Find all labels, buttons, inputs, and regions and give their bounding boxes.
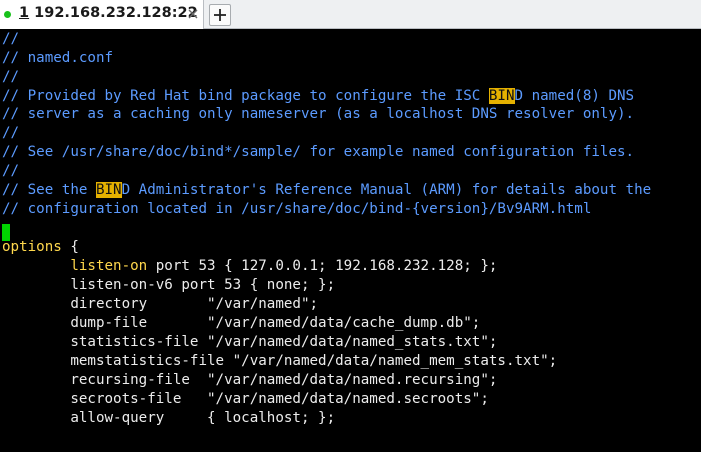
terminal-text: memstatistics-file "/var/named/data/name… xyxy=(2,353,558,369)
terminal-text: statistics-file "/var/named/data/named_s… xyxy=(2,334,498,350)
terminal-text: // xyxy=(2,31,20,47)
new-tab-button[interactable] xyxy=(209,4,231,26)
terminal-text: { xyxy=(61,239,79,255)
terminal-text: dump-file "/var/named/data/cache_dump.db… xyxy=(2,315,481,331)
tab-bar: 1 192.168.232.128:22 xyxy=(0,0,701,29)
terminal-text: // xyxy=(2,125,20,141)
terminal-line: // xyxy=(2,68,19,87)
terminal-line: // xyxy=(2,162,19,181)
terminal-line: allow-query { localhost; }; xyxy=(2,409,335,428)
terminal-line: // Provided by Red Hat bind package to c… xyxy=(2,87,634,106)
terminal-text: // See the xyxy=(2,182,96,198)
terminal-line: // xyxy=(2,30,19,49)
terminal-text: secroots-file "/var/named/data/named.sec… xyxy=(2,391,489,407)
terminal-text: recursing-file "/var/named/data/named.re… xyxy=(2,372,498,388)
terminal-line: listen-on-v6 port 53 { none; }; xyxy=(2,276,335,295)
terminal-line: // See /usr/share/doc/bind*/sample/ for … xyxy=(2,143,634,162)
terminal-line: memstatistics-file "/var/named/data/name… xyxy=(2,352,557,371)
tab-session[interactable]: 1 192.168.232.128:22 xyxy=(0,0,204,29)
terminal-text: // xyxy=(2,163,20,179)
terminal-text: D Administrator's Reference Manual (ARM)… xyxy=(121,182,652,198)
terminal-text: port 53 { 127.0.0.1; 192.168.232.128; }; xyxy=(147,258,498,274)
terminal-text: // xyxy=(2,69,20,85)
tab-number: 1 xyxy=(19,5,30,21)
terminal-output[interactable]: // // named.conf // // Provided by Red Hat … xyxy=(0,29,701,452)
terminal-text: // See /usr/share/doc/bind*/sample/ for … xyxy=(2,144,635,160)
terminal-line: secroots-file "/var/named/data/named.sec… xyxy=(2,390,489,409)
terminal-text: // server as a caching only nameserver (… xyxy=(2,106,635,122)
tab-title: 192.168.232.128:22 xyxy=(29,5,198,21)
terminal-text: listen-on xyxy=(70,258,148,274)
terminal-text: // Provided by Red Hat bind package to c… xyxy=(2,88,489,104)
terminal-line: directory "/var/named"; xyxy=(2,295,318,314)
terminal-text: // named.conf xyxy=(2,50,114,66)
terminal-line: dump-file "/var/named/data/cache_dump.db… xyxy=(2,314,480,333)
connection-status-icon xyxy=(4,11,11,18)
terminal-line: statistics-file "/var/named/data/named_s… xyxy=(2,333,497,352)
terminal-text: directory "/var/named"; xyxy=(2,296,319,312)
terminal-line: listen-on port 53 { 127.0.0.1; 192.168.2… xyxy=(2,257,497,276)
search-highlight: BIN xyxy=(95,182,122,198)
terminal-line: // named.conf xyxy=(2,49,113,68)
terminal-line: // See the BIND Administrator's Referenc… xyxy=(2,181,651,200)
terminal-text: options xyxy=(2,239,62,255)
terminal-line: options { xyxy=(2,238,79,257)
tab-label: 1 192.168.232.128:22 xyxy=(19,5,198,21)
terminal-line: recursing-file "/var/named/data/named.re… xyxy=(2,371,497,390)
close-icon[interactable] xyxy=(187,6,199,22)
terminal-line: // server as a caching only nameserver (… xyxy=(2,105,634,124)
search-highlight: BIN xyxy=(488,88,515,104)
terminal-text: D named(8) DNS xyxy=(514,88,635,104)
terminal-line: // xyxy=(2,124,19,143)
terminal-line: // configuration located in /usr/share/d… xyxy=(2,200,591,219)
terminal-text: // configuration located in /usr/share/d… xyxy=(2,201,592,217)
plus-icon xyxy=(214,9,226,21)
terminal-text: listen-on-v6 port 53 { none; }; xyxy=(2,277,336,293)
terminal-text: allow-query { localhost; }; xyxy=(2,410,336,426)
